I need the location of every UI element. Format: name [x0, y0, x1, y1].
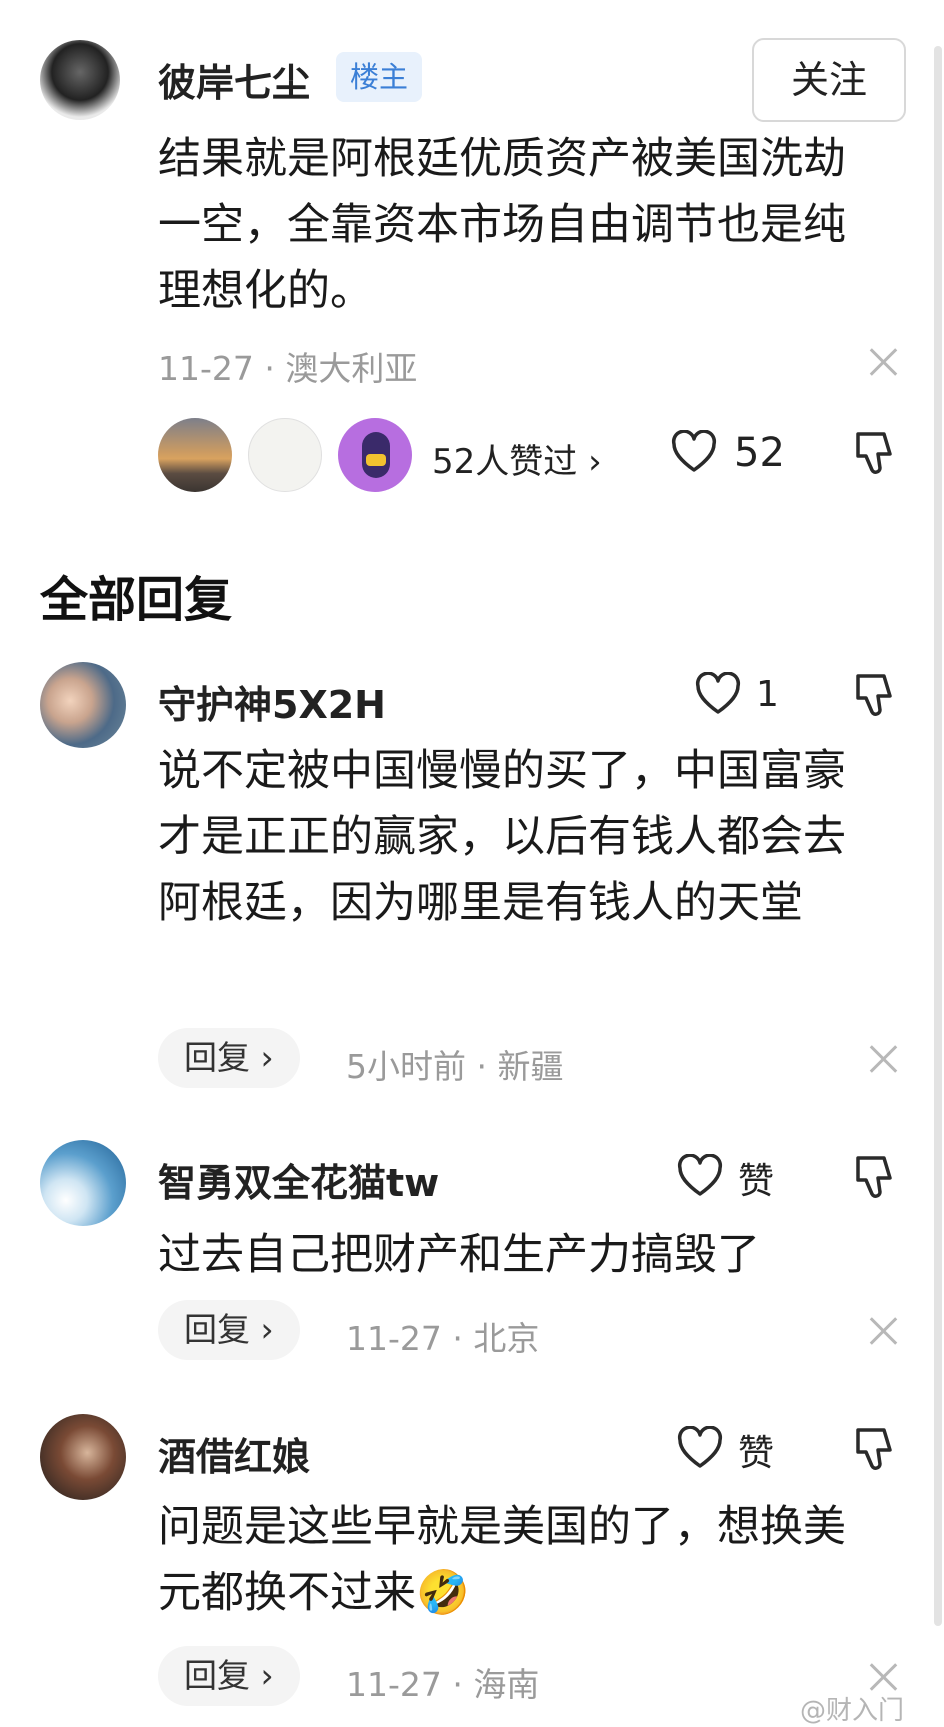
heart-outline-icon[interactable]: [694, 672, 742, 716]
close-icon[interactable]: [868, 1316, 898, 1346]
post-content: 结果就是阿根廷优质资产被美国洗劫一空，全靠资本市场自由调节也是纯理想化的。: [158, 134, 846, 316]
close-icon[interactable]: [868, 1044, 898, 1074]
post-like-count: 52: [734, 430, 785, 476]
likers-summary-link[interactable]: 52人赞过 ›: [432, 434, 602, 483]
thumbs-down-icon[interactable]: [852, 428, 896, 478]
heart-outline-icon[interactable]: [676, 1426, 724, 1470]
watermark: @财入门: [800, 1696, 905, 1726]
heart-outline-icon[interactable]: [670, 430, 718, 474]
liker-avatar-calligraphy[interactable]: [248, 418, 322, 492]
reply-button[interactable]: 回复 ›: [158, 1300, 300, 1360]
laughing-crying-emoji: 🤣: [416, 1568, 470, 1618]
liker-avatar-cartoon[interactable]: [338, 418, 412, 492]
replies-section-title: 全部回复: [40, 572, 233, 628]
comment-author-avatar[interactable]: [40, 662, 126, 748]
comment-content: 说不定被中国慢慢的买了，中国富豪才是正正的赢家，以后有钱人都会去阿根廷，因为哪里…: [158, 746, 846, 928]
thumbs-down-icon[interactable]: [852, 1152, 896, 1202]
thumbs-down-icon[interactable]: [852, 1424, 896, 1474]
thumbs-down-icon[interactable]: [852, 670, 896, 720]
comment-like-label: 赞: [738, 1433, 775, 1474]
liker-avatar-sunset[interactable]: [158, 418, 232, 492]
comment-author-name[interactable]: 智勇双全花猫tw: [158, 1152, 439, 1207]
op-badge: 楼主: [336, 52, 423, 102]
comment-author-avatar[interactable]: [40, 1140, 126, 1226]
scrollbar[interactable]: [934, 46, 942, 1626]
reply-button[interactable]: 回复 ›: [158, 1028, 300, 1088]
post-author-name[interactable]: 彼岸七尘: [158, 52, 310, 107]
comment-like-count: 1: [756, 674, 779, 715]
comment-meta: 11-27 · 北京: [346, 1319, 540, 1358]
comment-like-label: 赞: [738, 1161, 775, 1202]
comment-content: 过去自己把财产和生产力搞毁了: [158, 1230, 760, 1280]
comment-meta: 11-27 · 海南: [346, 1665, 540, 1704]
follow-button[interactable]: 关注: [752, 38, 906, 122]
reply-button[interactable]: 回复 ›: [158, 1646, 300, 1706]
comment-author-avatar[interactable]: [40, 1414, 126, 1500]
close-icon[interactable]: [868, 1662, 898, 1692]
comment-meta: 5小时前 · 新疆: [346, 1047, 564, 1086]
comment-content-text: 问题是这些早就是美国的了，想换美元都换不过来: [158, 1502, 846, 1618]
heart-outline-icon[interactable]: [676, 1154, 724, 1198]
post-author-avatar[interactable]: [40, 40, 120, 120]
close-icon[interactable]: [868, 347, 898, 377]
comment-author-name[interactable]: 酒借红娘: [158, 1426, 310, 1481]
post-meta: 11-27 · 澳大利亚: [158, 349, 418, 388]
comment-author-name[interactable]: 守护神5X2H: [158, 674, 386, 729]
comment-content: 问题是这些早就是美国的了，想换美元都换不过来🤣: [158, 1494, 876, 1626]
